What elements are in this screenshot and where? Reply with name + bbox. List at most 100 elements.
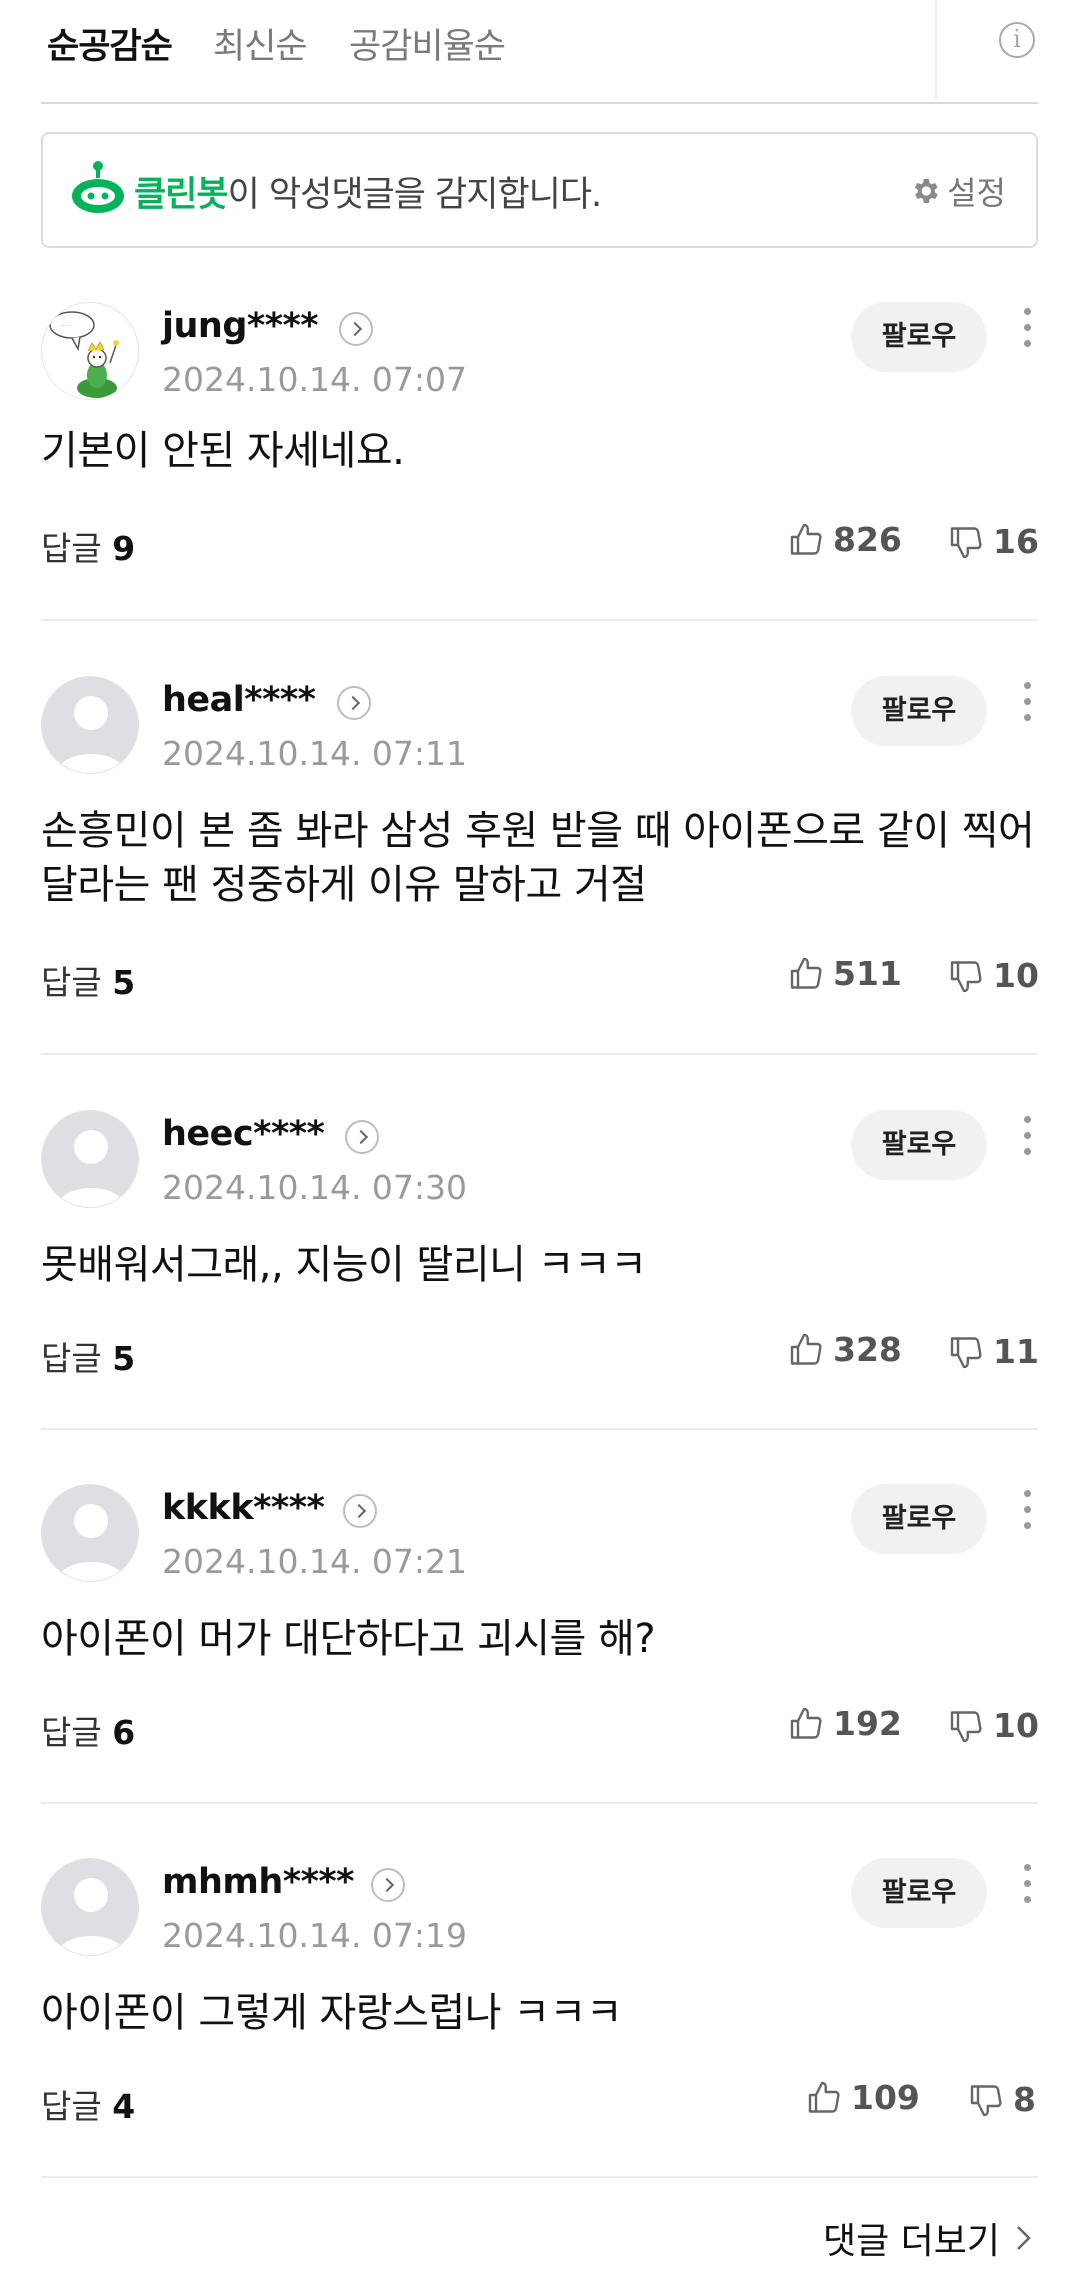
comment-date: 2024.10.14. 07:11: [162, 734, 468, 773]
comment-text: 아이폰이 그렇게 자랑스럽나 ㅋㅋㅋ: [41, 1990, 623, 2036]
comment-username[interactable]: heal****: [162, 680, 316, 720]
follow-button[interactable]: 팔로우: [851, 1484, 987, 1554]
dislike-count: 11: [993, 1332, 1039, 1371]
follow-button[interactable]: 팔로우: [851, 1858, 987, 1928]
like-count: 109: [851, 2078, 920, 2117]
like-count: 192: [833, 1704, 902, 1743]
more-options-icon[interactable]: [1019, 1490, 1035, 1538]
reply-count: 9: [112, 529, 136, 568]
comment-date: 2024.10.14. 07:30: [162, 1168, 468, 1207]
reply-button[interactable]: 답글 4: [41, 2080, 135, 2128]
reply-label: 답글: [41, 1713, 102, 1752]
avatar[interactable]: [41, 1110, 139, 1208]
dislike-count: 16: [993, 522, 1039, 561]
reply-label: 답글: [41, 1339, 102, 1378]
thumbs-up-icon: [808, 2081, 840, 2113]
sort-tab-ratio[interactable]: 공감비율순: [349, 18, 506, 69]
thumbs-up-icon: [790, 957, 822, 989]
dislike-button[interactable]: 8: [969, 2080, 1036, 2119]
cleanbot-name: 클린봇: [134, 175, 229, 215]
more-options-icon[interactable]: [1019, 682, 1035, 730]
comment-divider: [41, 1428, 1038, 1430]
more-options-icon[interactable]: [1019, 308, 1035, 356]
comment-divider: [41, 2176, 1038, 2178]
reply-button[interactable]: 답글 5: [41, 1332, 135, 1380]
thumbs-up-icon: [790, 1333, 822, 1365]
reply-count: 5: [112, 963, 136, 1002]
chevron-right-icon[interactable]: [371, 1868, 405, 1902]
reply-count: 6: [112, 1713, 136, 1752]
more-comments-label: 댓글 더보기: [822, 2221, 1000, 2262]
cleanbot-settings-label: 설정: [947, 174, 1006, 212]
comment-username[interactable]: jung****: [162, 306, 319, 346]
default-avatar-icon: [42, 1859, 138, 1955]
like-button[interactable]: 109: [807, 2078, 920, 2117]
dislike-count: 10: [993, 956, 1039, 995]
avatar[interactable]: [41, 1858, 139, 1956]
chevron-right-icon: [1017, 2226, 1031, 2250]
reply-button[interactable]: 답글 9: [41, 522, 135, 570]
cleanbot-settings-button[interactable]: 설정: [909, 168, 1006, 214]
avatar[interactable]: [41, 1484, 139, 1582]
info-icon[interactable]: i: [999, 22, 1035, 58]
chevron-right-icon[interactable]: [339, 312, 373, 346]
cleanbot-message: 클린봇이 악성댓글을 감지합니다.: [134, 166, 603, 217]
dislike-button[interactable]: 10: [949, 956, 1039, 995]
like-button[interactable]: 192: [789, 1704, 902, 1743]
sort-bar: 순공감순 최신순 공감비율순 i: [41, 0, 1038, 104]
chevron-right-icon[interactable]: [345, 1120, 379, 1154]
comment-text: 아이폰이 머가 대단하다고 괴시를 해?: [41, 1616, 656, 1662]
default-avatar-icon: [42, 1111, 138, 1207]
avatar[interactable]: [41, 676, 139, 774]
dislike-button[interactable]: 11: [949, 1332, 1039, 1371]
like-count: 826: [833, 520, 902, 559]
thumbs-down-icon: [950, 1710, 982, 1742]
comment-text: 손흥민이 본 좀 봐라 삼성 후원 받을 때 아이폰으로 같이 찍어달라는 팬 …: [41, 808, 1035, 908]
cleanbot-banner: 클린봇이 악성댓글을 감지합니다. 설정: [41, 132, 1038, 248]
avatar-illustration: · · ·: [42, 303, 138, 399]
like-count: 511: [833, 954, 902, 993]
comment-text: 못배워서그래,, 지능이 딸리니 ㅋㅋㅋ: [41, 1242, 647, 1288]
reply-button[interactable]: 답글 6: [41, 1706, 135, 1754]
like-button[interactable]: 511: [789, 954, 902, 993]
comment-username[interactable]: heec****: [162, 1114, 325, 1154]
thumbs-up-icon: [790, 523, 822, 555]
dislike-button[interactable]: 10: [949, 1706, 1039, 1745]
comment-username[interactable]: kkkk****: [162, 1488, 325, 1528]
thumbs-down-icon: [950, 960, 982, 992]
more-comments-button[interactable]: 댓글 더보기: [823, 2212, 1034, 2264]
default-avatar-icon: [42, 677, 138, 773]
comment-section: 순공감순 최신순 공감비율순 i 클린봇이 악성댓글을 감지합니다. 설정 · …: [41, 0, 1039, 2262]
svg-text:· · ·: · · ·: [62, 323, 72, 330]
thumbs-down-icon: [950, 526, 982, 558]
dislike-button[interactable]: 16: [949, 522, 1039, 561]
chevron-right-icon[interactable]: [337, 686, 371, 720]
dislike-count: 10: [993, 1706, 1039, 1745]
like-button[interactable]: 826: [789, 520, 902, 559]
like-button[interactable]: 328: [789, 1330, 902, 1369]
reply-button[interactable]: 답글 5: [41, 956, 135, 1004]
follow-button[interactable]: 팔로우: [851, 1110, 987, 1180]
sort-tab-popular[interactable]: 순공감순: [47, 18, 173, 69]
reply-label: 답글: [41, 2087, 102, 2126]
comment-date: 2024.10.14. 07:19: [162, 1916, 468, 1955]
thumbs-down-icon: [970, 2084, 1002, 2116]
like-count: 328: [833, 1330, 902, 1369]
cleanbot-robot-icon: [72, 161, 124, 213]
more-options-icon[interactable]: [1019, 1116, 1035, 1164]
follow-button[interactable]: 팔로우: [851, 676, 987, 746]
thumbs-up-icon: [790, 1707, 822, 1739]
comment-username[interactable]: mhmh****: [162, 1862, 355, 1902]
more-options-icon[interactable]: [1019, 1864, 1035, 1912]
chevron-right-icon[interactable]: [343, 1494, 377, 1528]
dislike-count: 8: [1013, 2080, 1036, 2119]
avatar[interactable]: · · ·: [41, 302, 139, 400]
follow-button[interactable]: 팔로우: [851, 302, 987, 372]
sort-tab-latest[interactable]: 최신순: [213, 18, 308, 69]
comment-divider: [41, 619, 1038, 621]
sort-separator: [935, 0, 937, 100]
gear-icon: [914, 179, 938, 203]
default-avatar-icon: [42, 1485, 138, 1581]
reply-label: 답글: [41, 963, 102, 1002]
cleanbot-message-text: 이 악성댓글을 감지합니다.: [227, 175, 603, 215]
